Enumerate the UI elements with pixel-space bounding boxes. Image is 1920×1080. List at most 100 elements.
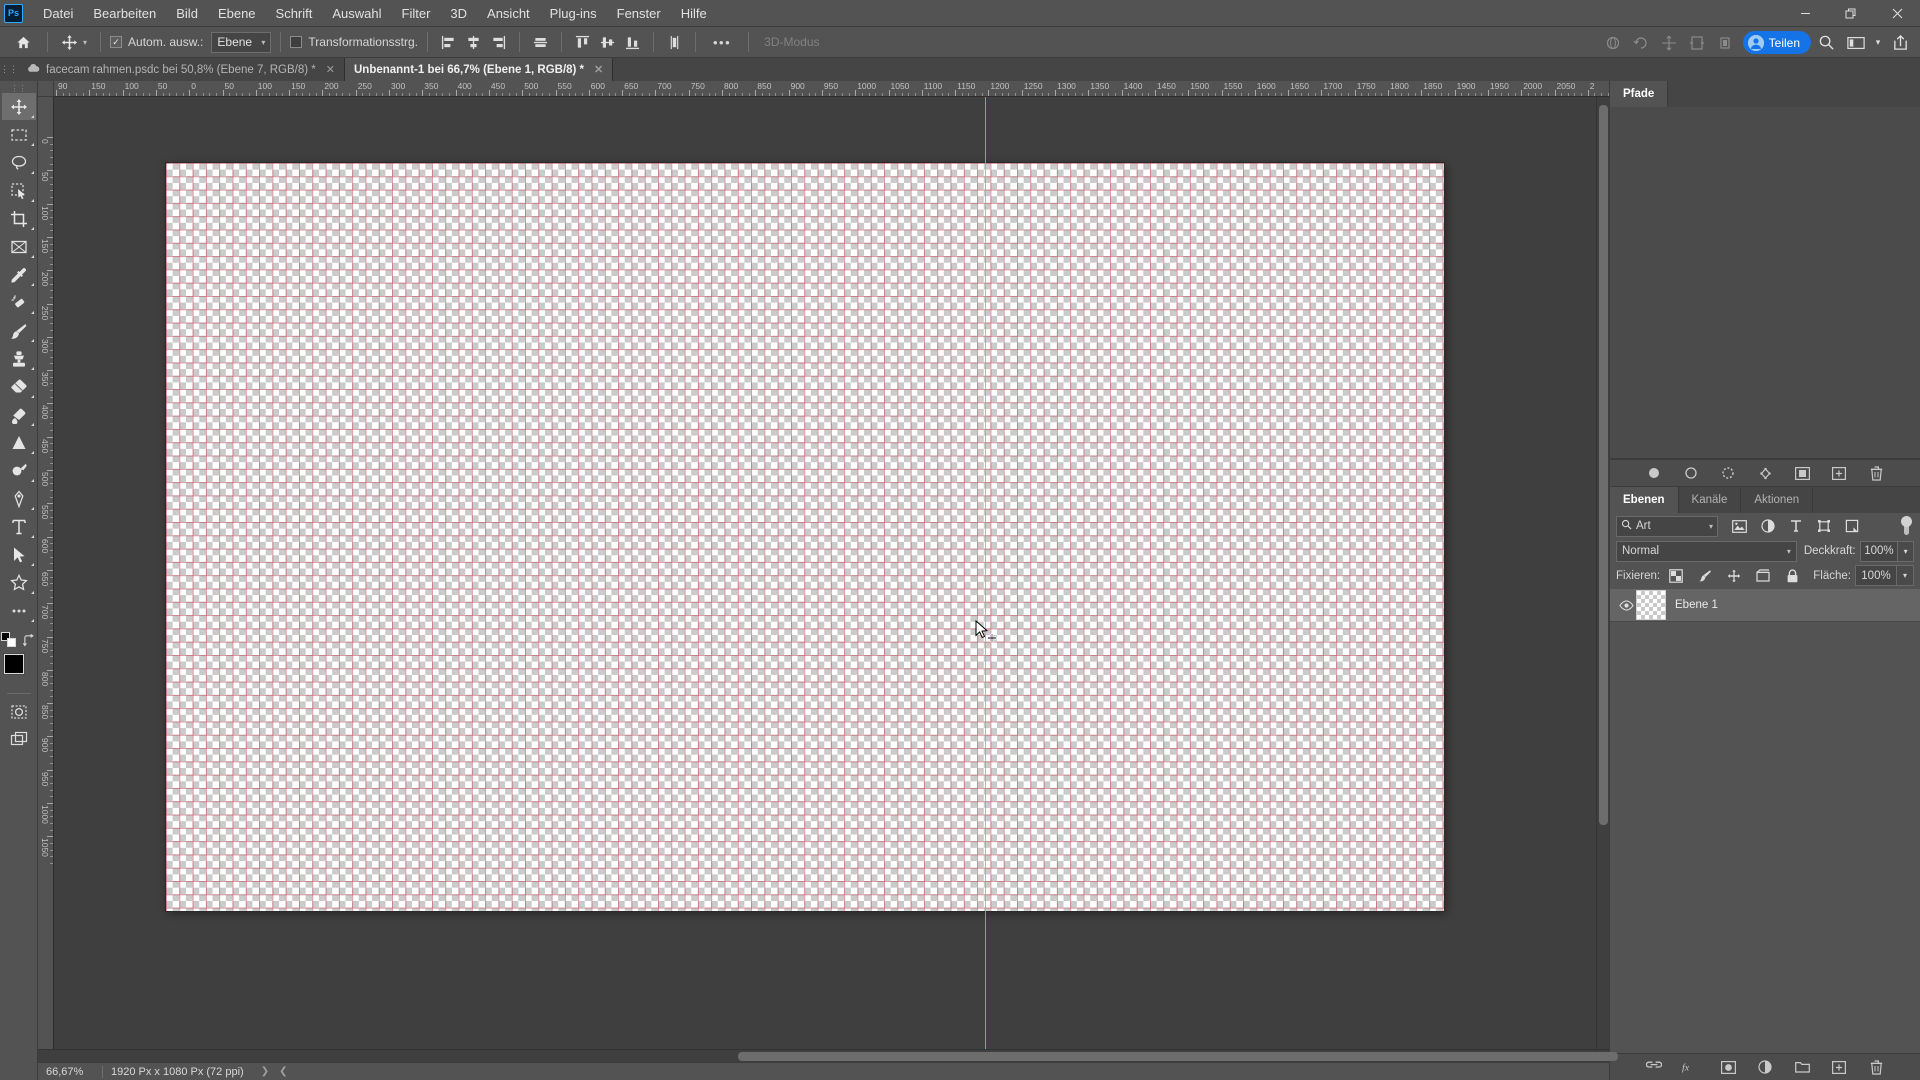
align-left-edges-icon[interactable] — [437, 31, 460, 54]
path-selection-tool[interactable] — [2, 541, 36, 568]
new-group-icon[interactable] — [1793, 1058, 1811, 1076]
filter-type-icon[interactable] — [1787, 518, 1804, 535]
screen-mode-icon[interactable] — [2, 726, 36, 753]
menu-item-ebene[interactable]: Ebene — [208, 2, 266, 25]
add-mask-icon[interactable] — [1719, 1058, 1737, 1076]
layer-style-icon[interactable]: fx — [1682, 1058, 1700, 1076]
chevron-down-icon[interactable]: ▾ — [83, 38, 87, 47]
add-mask-icon[interactable] — [1793, 464, 1811, 482]
horizontal-scroll-thumb[interactable] — [738, 1052, 1618, 1061]
eyedropper-tool[interactable] — [2, 261, 36, 288]
close-button[interactable] — [1874, 0, 1920, 27]
filter-shape-icon[interactable] — [1815, 518, 1832, 535]
guide-vertical[interactable] — [985, 97, 986, 1049]
crop-tool[interactable] — [2, 205, 36, 232]
rectangular-marquee-tool[interactable] — [2, 121, 36, 148]
dodge-tool[interactable] — [2, 457, 36, 484]
menu-item-hilfe[interactable]: Hilfe — [671, 2, 717, 25]
share-export-icon[interactable] — [1887, 29, 1914, 56]
brush-tool[interactable] — [2, 317, 36, 344]
menu-item-auswahl[interactable]: Auswahl — [322, 2, 391, 25]
align-vertical-middles-icon[interactable] — [596, 31, 619, 54]
type-tool[interactable] — [2, 513, 36, 540]
filter-pixel-icon[interactable] — [1731, 518, 1748, 535]
maximize-restore-button[interactable] — [1828, 0, 1874, 27]
home-icon[interactable] — [8, 29, 38, 55]
filter-smart-object-icon[interactable] — [1843, 518, 1860, 535]
layer-filter-kind-select[interactable]: Art ▾ — [1616, 515, 1718, 537]
menu-item-3d[interactable]: 3D — [440, 2, 477, 25]
custom-shape-tool[interactable] — [2, 569, 36, 596]
document-canvas[interactable] — [166, 163, 1444, 911]
align-bottom-edges-icon[interactable] — [621, 31, 644, 54]
swap-colors-icon[interactable] — [23, 633, 36, 647]
checkbox-unchecked-icon[interactable] — [290, 36, 303, 48]
auto-select-checkbox[interactable]: ✓ Autom. ausw.: — [110, 35, 203, 49]
tab-pfade[interactable]: Pfade — [1610, 81, 1669, 107]
lock-all-icon[interactable] — [1784, 568, 1800, 584]
eraser-tool[interactable] — [2, 373, 36, 400]
lasso-tool[interactable] — [2, 149, 36, 176]
delete-layer-icon[interactable] — [1867, 1058, 1885, 1076]
document-info[interactable]: 1920 Px x 1080 Px (72 ppi) — [111, 1066, 256, 1078]
vertical-ruler[interactable]: 0 50 100 150 200 250 300 350 400 450 500 550 600 650 7… — [38, 97, 54, 1049]
opacity-value[interactable]: 100% — [1859, 540, 1899, 562]
tab-kanaele[interactable]: Kanäle — [1679, 487, 1742, 513]
layer-row[interactable]: Ebene 1 — [1610, 589, 1920, 622]
lock-transparent-pixels-icon[interactable] — [1668, 568, 1684, 584]
layer-thumbnail[interactable] — [1636, 590, 1666, 620]
spot-healing-brush-tool[interactable] — [2, 289, 36, 316]
edit-toolbar-tool[interactable] — [2, 597, 36, 624]
clone-stamp-tool[interactable] — [2, 345, 36, 372]
align-vertical-centers-icon[interactable] — [529, 31, 552, 54]
active-tool-preset[interactable]: ▾ — [57, 34, 91, 51]
vertical-scroll-thumb[interactable] — [1599, 105, 1608, 825]
document-tab[interactable]: facecam rahmen.psdc bei 50,8% (Ebene 7, … — [18, 58, 345, 81]
new-layer-icon[interactable] — [1830, 1058, 1848, 1076]
checkbox-checked-icon[interactable]: ✓ — [110, 36, 123, 48]
document-viewport[interactable] — [54, 97, 1609, 1049]
workspace-icon[interactable] — [1842, 29, 1869, 56]
search-icon[interactable] — [1813, 29, 1840, 56]
toolbar-grip[interactable]: ⋮⋮ — [11, 83, 27, 93]
vertical-scrollbar[interactable] — [1596, 97, 1609, 1049]
quick-selection-tool[interactable] — [2, 177, 36, 204]
link-layers-icon[interactable] — [1645, 1058, 1663, 1076]
frame-tool[interactable] — [2, 233, 36, 260]
ruler-corner[interactable] — [38, 81, 54, 97]
paths-list[interactable] — [1610, 107, 1920, 459]
layer-name[interactable]: Ebene 1 — [1675, 599, 1718, 611]
share-button[interactable]: Teilen — [1742, 31, 1811, 54]
horizontal-scrollbar[interactable] — [38, 1049, 1618, 1062]
menu-item-schrift[interactable]: Schrift — [266, 2, 323, 25]
fill-path-icon[interactable] — [1645, 464, 1663, 482]
load-selection-icon[interactable] — [1719, 464, 1737, 482]
distribute-icon[interactable] — [663, 31, 686, 54]
opacity-chevron-icon[interactable]: ▾ — [1898, 540, 1914, 562]
tab-ebenen[interactable]: Ebenen — [1610, 487, 1679, 513]
more-options-button[interactable]: ••• — [705, 35, 739, 50]
filter-adjustment-icon[interactable] — [1759, 518, 1776, 535]
align-top-edges-icon[interactable] — [571, 31, 594, 54]
menu-item-bearbeiten[interactable]: Bearbeiten — [83, 2, 166, 25]
adjustment-layer-icon[interactable] — [1756, 1058, 1774, 1076]
menu-item-filter[interactable]: Filter — [392, 2, 441, 25]
menu-item-fenster[interactable]: Fenster — [607, 2, 671, 25]
menu-item-ansicht[interactable]: Ansicht — [477, 2, 540, 25]
layer-visibility-icon[interactable] — [1616, 599, 1636, 611]
document-tab[interactable]: Unbenannt-1 bei 66,7% (Ebene 1, RGB/8) *… — [344, 58, 614, 81]
panel-menu-icon[interactable] — [1896, 487, 1914, 513]
horizontal-ruler[interactable]: 90 150 100 50 0 50 100 150 200 250 300 350 400 450 500… — [54, 81, 1609, 97]
blend-mode-select[interactable]: Normal ▾ — [1616, 540, 1797, 562]
chevron-down-icon[interactable]: ▾ — [1871, 29, 1885, 56]
align-right-edges-icon[interactable] — [487, 31, 510, 54]
tab-aktionen[interactable]: Aktionen — [1741, 487, 1814, 513]
new-path-icon[interactable] — [1830, 464, 1848, 482]
status-next-arrow[interactable]: ❯ — [256, 1066, 274, 1077]
lock-artboard-icon[interactable] — [1755, 568, 1771, 584]
fill-value[interactable]: 100% — [1855, 565, 1897, 586]
zoom-level[interactable]: 66,67% — [38, 1066, 100, 1078]
fill-chevron-icon[interactable]: ▾ — [1897, 565, 1914, 586]
minimize-button[interactable] — [1782, 0, 1828, 27]
blur-tool[interactable] — [2, 429, 36, 456]
